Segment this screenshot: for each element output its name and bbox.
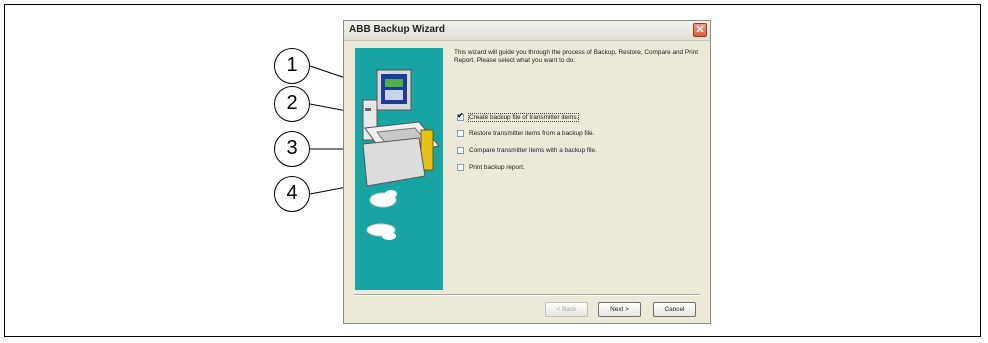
option-label-restore[interactable]: Restore transmitter items from a backup … [469,130,594,137]
option-print-report[interactable]: Print backup report. [457,162,525,172]
backup-wizard-dialog: ABB Backup Wizard ✕ This wizard will gui… [343,20,711,324]
checkbox-restore[interactable] [457,129,464,137]
dialog-title: ABB Backup Wizard [349,24,446,35]
intro-text: This wizard will guide you through the p… [454,49,699,64]
button-divider [354,294,700,296]
option-compare[interactable]: Compare transmitter items with a backup … [457,145,597,155]
close-icon[interactable]: ✕ [693,23,707,37]
callout-4: 4 [274,176,310,212]
option-restore[interactable]: Restore transmitter items from a backup … [457,128,594,138]
option-label-create-backup[interactable]: Create backup file of transmitter items. [467,112,580,122]
callout-2: 2 [274,86,310,122]
next-button[interactable]: Next > [598,302,641,317]
callout-3: 3 [274,131,310,167]
back-button[interactable]: < Back [545,302,588,317]
checkbox-print-report[interactable] [457,163,464,171]
callout-1: 1 [274,48,310,84]
computer-illustration-icon [362,69,440,240]
computer-with-hands-illustration [355,48,443,290]
option-label-print-report[interactable]: Print backup report. [469,164,525,171]
title-bar[interactable]: ABB Backup Wizard ✕ [344,21,710,41]
option-create-backup[interactable]: Create backup file of transmitter items. [457,111,580,122]
option-label-compare[interactable]: Compare transmitter items with a backup … [469,147,597,154]
checkbox-create-backup[interactable] [457,111,464,121]
cancel-button[interactable]: Cancel [653,302,696,317]
checkbox-compare[interactable] [457,146,464,154]
